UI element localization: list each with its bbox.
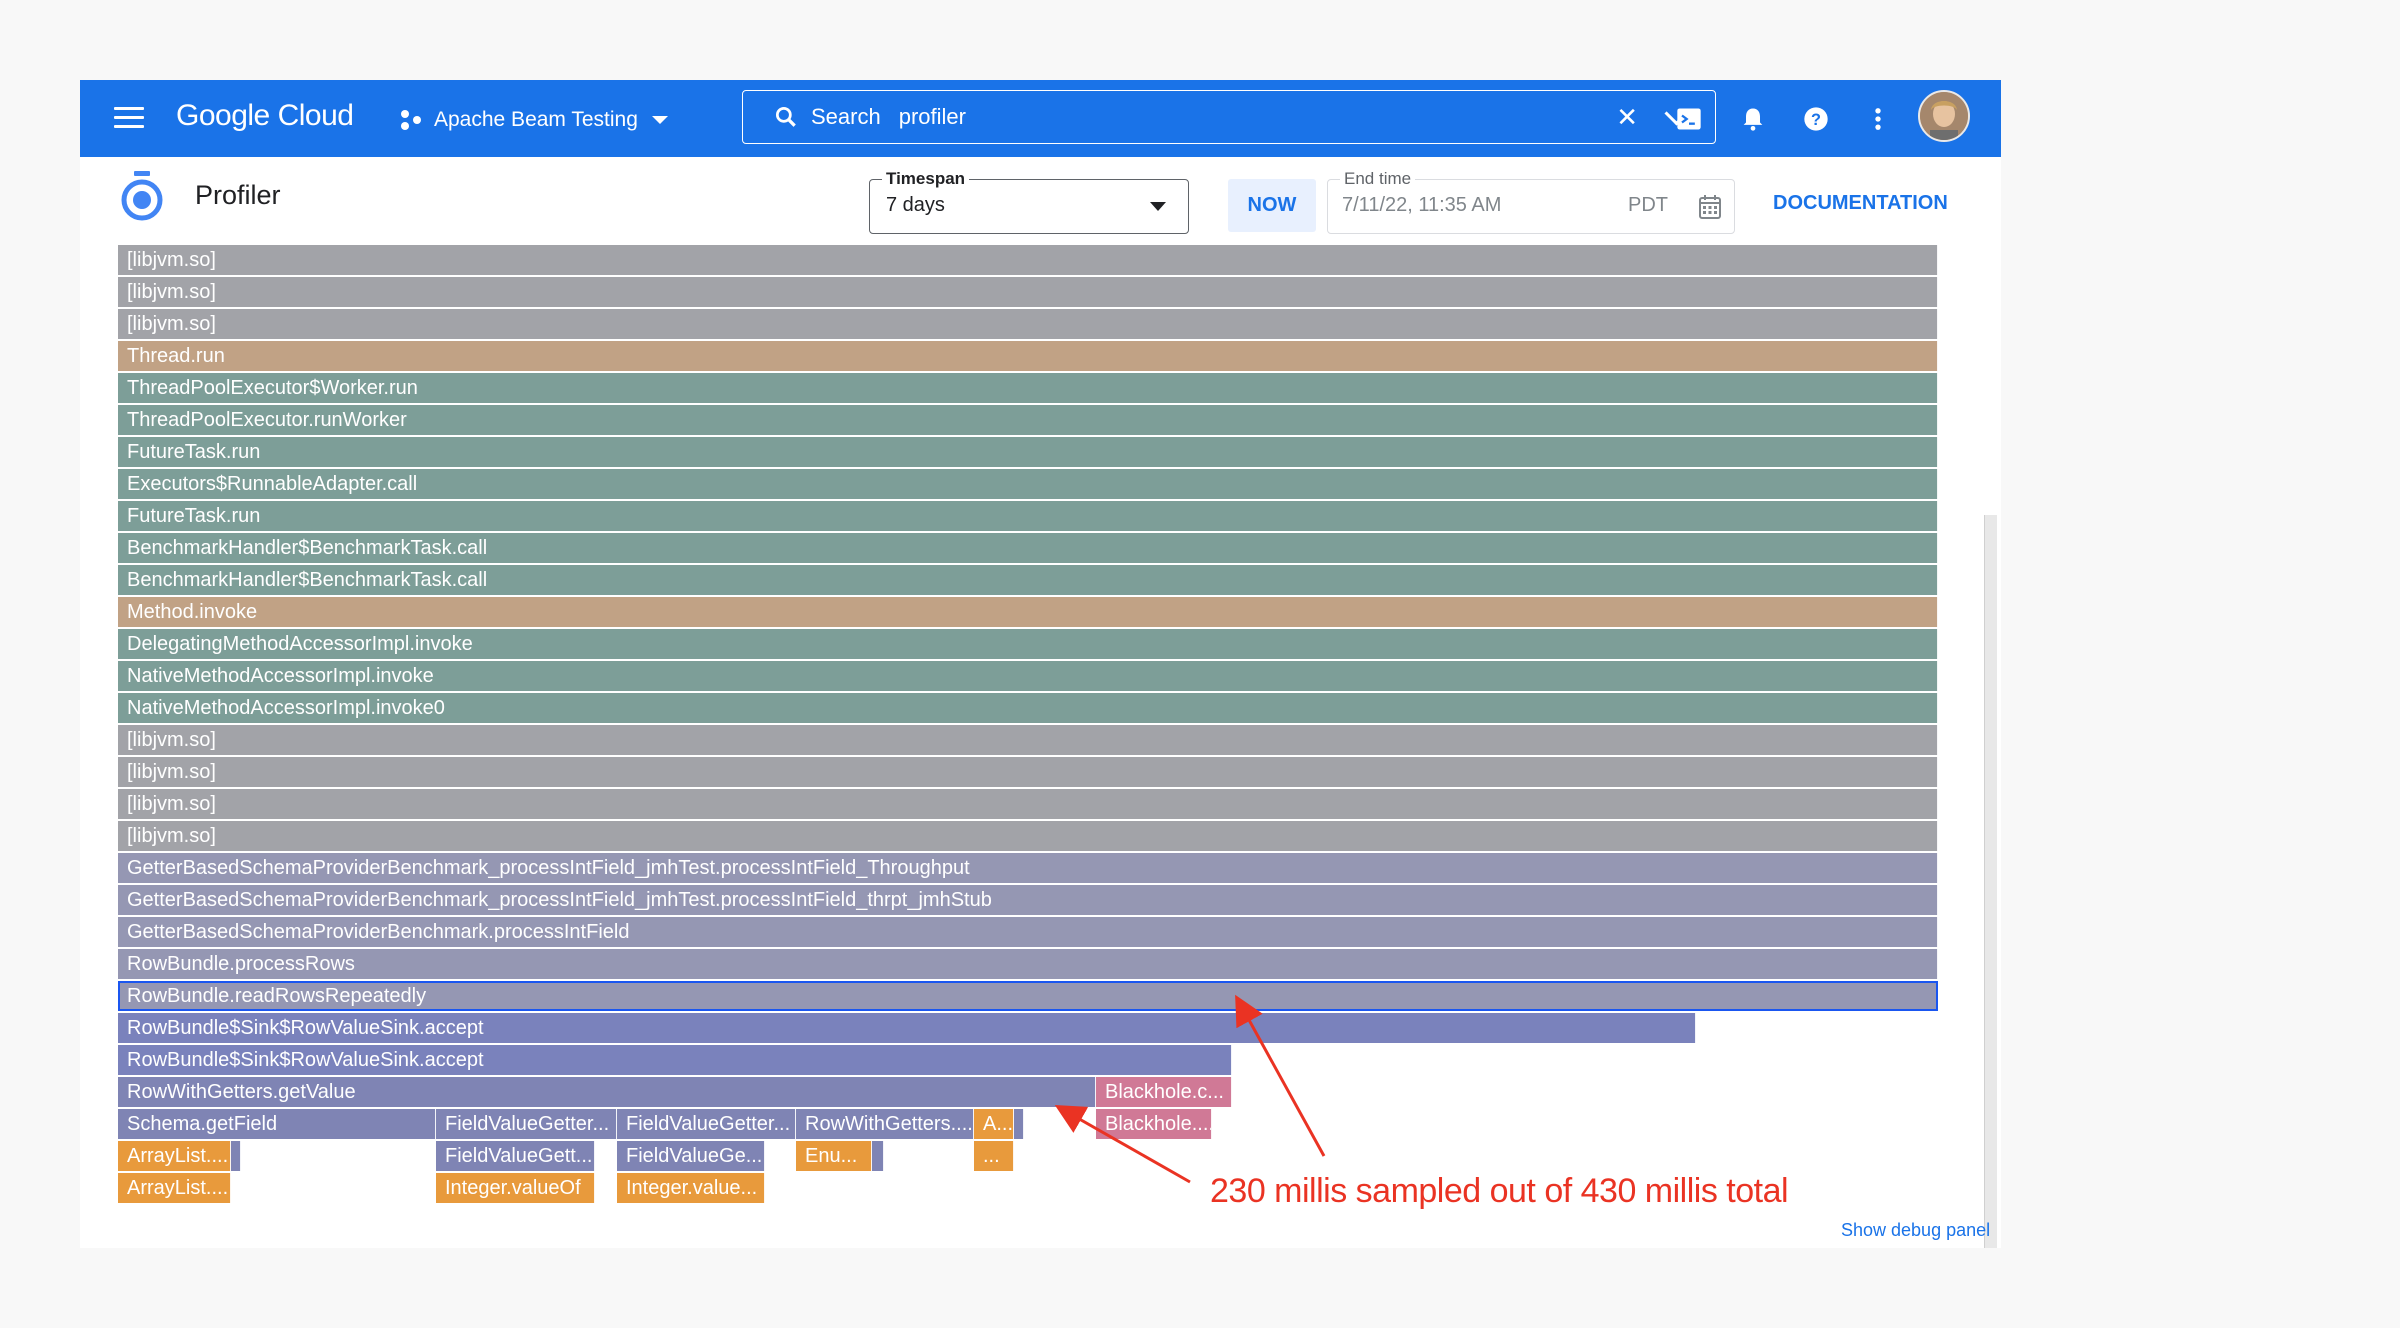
annotation-text: 230 millis sampled out of 430 millis tot… <box>1210 1172 1789 1210</box>
flame-frame[interactable]: FutureTask.run <box>118 501 1938 531</box>
flame-frame[interactable]: Enu... <box>796 1141 872 1171</box>
flame-frame[interactable]: ArrayList.... <box>118 1173 231 1203</box>
flame-frame-sliver[interactable] <box>872 1141 884 1171</box>
caret-down-icon <box>651 116 668 124</box>
avatar-image-icon <box>1920 92 1968 140</box>
flame-frame[interactable]: Executors$RunnableAdapter.call <box>118 469 1938 499</box>
show-debug-panel-link[interactable]: Show debug panel <box>1841 1220 1990 1241</box>
flame-frame[interactable]: Schema.getField <box>118 1109 436 1139</box>
flame-frame[interactable]: Integer.valueOf <box>436 1173 595 1203</box>
flame-frame[interactable]: FutureTask.run <box>118 437 1938 467</box>
flame-frame[interactable]: Method.invoke <box>118 597 1938 627</box>
flame-frame[interactable]: [libjvm.so] <box>118 789 1938 819</box>
flame-graph: [libjvm.so] [libjvm.so] [libjvm.so] Thread.… <box>118 245 1938 1295</box>
end-time-label: End time <box>1340 169 1416 189</box>
flame-frame[interactable]: BenchmarkHandler$BenchmarkTask.call <box>118 565 1938 595</box>
flame-frame[interactable]: [libjvm.so] <box>118 821 1938 851</box>
search-input[interactable]: profiler <box>899 104 1616 130</box>
app-window: Google Cloud Apache Beam Testing Search … <box>80 80 2001 1248</box>
calendar-icon[interactable] <box>1698 194 1722 220</box>
flame-frame[interactable]: RowBundle.processRows <box>118 949 1938 979</box>
flame-frame[interactable]: RowBundle$Sink$RowValueSink.accept <box>118 1013 1696 1043</box>
clear-icon[interactable]: ✕ <box>1616 104 1638 130</box>
flame-frame[interactable]: GetterBasedSchemaProviderBenchmark_proce… <box>118 885 1938 915</box>
flame-frame[interactable]: RowWithGetters.... <box>796 1109 974 1139</box>
flame-frame[interactable]: NativeMethodAccessorImpl.invoke0 <box>118 693 1938 723</box>
bell-icon[interactable] <box>1739 105 1767 133</box>
flame-frame[interactable]: GetterBasedSchemaProviderBenchmark_proce… <box>118 853 1938 883</box>
flame-frame-sliver[interactable] <box>1014 1109 1024 1139</box>
scrollbar[interactable] <box>1984 515 1997 1248</box>
flame-frame[interactable]: Blackhole.... <box>1096 1109 1212 1139</box>
flame-frame[interactable]: FieldValueGetter... <box>617 1109 796 1139</box>
timezone-label: PDT <box>1628 194 1668 216</box>
flame-frame[interactable]: ThreadPoolExecutor$Worker.run <box>118 373 1938 403</box>
flame-frame[interactable]: FieldValueGett... <box>436 1141 595 1171</box>
timespan-label: Timespan <box>882 169 970 189</box>
flame-frame[interactable]: DelegatingMethodAccessorImpl.invoke <box>118 629 1938 659</box>
help-icon[interactable]: ? <box>1802 105 1830 133</box>
flame-frame[interactable]: [libjvm.so] <box>118 277 1938 307</box>
search-icon <box>775 106 796 127</box>
flame-frame[interactable]: GetterBasedSchemaProviderBenchmark.proce… <box>118 917 1938 947</box>
flame-frame[interactable]: RowBundle$Sink$RowValueSink.accept <box>118 1045 1232 1075</box>
timespan-value: 7 days <box>886 194 945 216</box>
terminal-icon[interactable] <box>1675 105 1703 133</box>
flame-frame[interactable]: ... <box>974 1141 1014 1171</box>
top-bar: Google Cloud Apache Beam Testing Search … <box>80 80 2001 157</box>
avatar[interactable] <box>1918 90 1970 142</box>
flame-frame[interactable]: [libjvm.so] <box>118 245 1938 275</box>
menu-icon[interactable] <box>114 107 144 129</box>
flame-frame[interactable]: Integer.value... <box>617 1173 765 1203</box>
flame-frame[interactable]: Thread.run <box>118 341 1938 371</box>
now-button[interactable]: NOW <box>1228 179 1316 232</box>
flame-frame[interactable]: RowWithGetters.getValue <box>118 1077 1096 1107</box>
flame-frame[interactable]: Blackhole.c... <box>1096 1077 1232 1107</box>
project-name: Apache Beam Testing <box>434 108 638 131</box>
flame-frame[interactable]: NativeMethodAccessorImpl.invoke <box>118 661 1938 691</box>
page-title: Profiler <box>195 180 281 210</box>
google-cloud-logo[interactable]: Google Cloud <box>176 99 354 133</box>
search-bar[interactable]: Search profiler ✕ <box>742 90 1716 144</box>
profiler-icon <box>121 171 163 221</box>
flame-frame[interactable]: [libjvm.so] <box>118 309 1938 339</box>
flame-frame[interactable]: BenchmarkHandler$BenchmarkTask.call <box>118 533 1938 563</box>
documentation-link[interactable]: DOCUMENTATION <box>1773 192 1948 215</box>
more-vert-icon[interactable] <box>1864 105 1892 133</box>
flame-frame[interactable]: RowBundle.readRowsRepeatedly <box>118 981 1938 1011</box>
flame-frame[interactable]: ArrayList.... <box>118 1141 231 1171</box>
timespan-select[interactable]: Timespan 7 days <box>869 169 1189 234</box>
project-selector[interactable]: Apache Beam Testing <box>400 104 668 136</box>
flame-frame[interactable]: FieldValueGe... <box>617 1141 765 1171</box>
end-time-field[interactable]: End time 7/11/22, 11:35 AM PDT <box>1327 169 1735 234</box>
search-label: Search <box>811 104 881 129</box>
dropdown-arrow-icon <box>1150 202 1166 211</box>
project-icon <box>400 107 426 133</box>
end-time-value: 7/11/22, 11:35 AM <box>1342 194 1502 216</box>
flame-frame[interactable]: ThreadPoolExecutor.runWorker <box>118 405 1938 435</box>
flame-frame-sliver[interactable] <box>231 1141 241 1171</box>
flame-frame[interactable]: A... <box>974 1109 1014 1139</box>
flame-frame[interactable]: [libjvm.so] <box>118 725 1938 755</box>
flame-frame[interactable]: [libjvm.so] <box>118 757 1938 787</box>
svg-text:?: ? <box>1811 111 1821 129</box>
flame-frame[interactable]: FieldValueGetter... <box>436 1109 617 1139</box>
